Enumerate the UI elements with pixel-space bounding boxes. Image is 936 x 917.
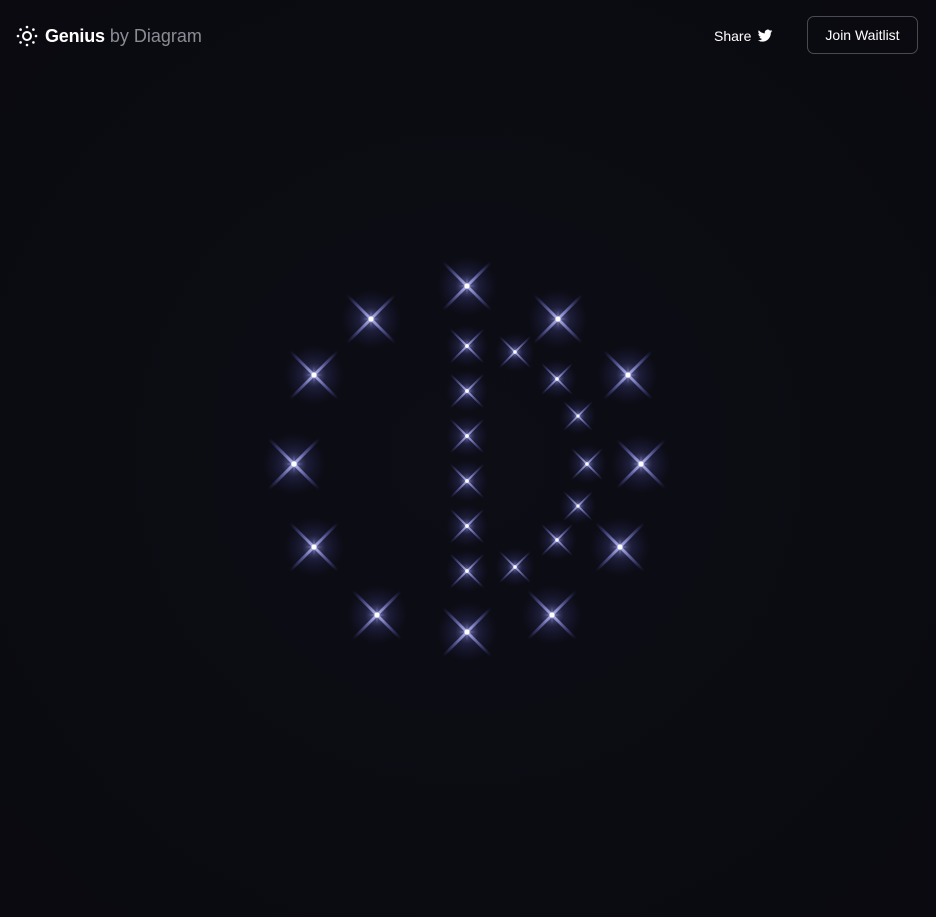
share-label: Share	[714, 28, 752, 44]
sparkle-star	[262, 432, 326, 496]
sparkle-star	[341, 289, 401, 349]
sparkle-logo-animation	[262, 256, 671, 662]
sparkle-star	[347, 585, 407, 645]
sparkle-star	[437, 602, 497, 662]
sparkle-star	[446, 370, 488, 412]
brand-logo[interactable]: Genius by Diagram	[16, 24, 202, 48]
sparkle-star	[446, 415, 488, 457]
sparkle-star	[495, 547, 535, 587]
share-link[interactable]: Share	[714, 26, 773, 46]
sparkle-star	[437, 256, 497, 316]
sparkle-star	[495, 332, 535, 372]
sparkle-star	[598, 345, 658, 405]
sparkle-star	[284, 517, 344, 577]
sparkle-star	[446, 325, 488, 367]
sparkle-star	[446, 460, 488, 502]
sparkle-star	[446, 550, 488, 592]
sparkle-star	[537, 520, 577, 560]
sparkle-star	[446, 505, 488, 547]
sun-icon	[16, 25, 38, 47]
page: Genius by Diagram Share Join Waitlist	[0, 0, 936, 917]
sparkle-star	[560, 398, 596, 434]
sparkle-star	[560, 488, 596, 524]
sparkle-star	[537, 359, 577, 399]
join-waitlist-button[interactable]: Join Waitlist	[807, 16, 918, 54]
twitter-bird-icon	[758, 29, 773, 42]
sparkle-star	[590, 517, 650, 577]
top-bar: Genius by Diagram Share Join Waitlist	[0, 0, 936, 72]
sparkle-star	[522, 585, 582, 645]
brand-name: Genius	[45, 25, 105, 46]
sparkle-star	[567, 444, 607, 484]
sparkle-star	[611, 434, 671, 494]
sparkle-star	[528, 289, 588, 349]
sparkle-star	[284, 345, 344, 405]
brand-byline: by Diagram	[109, 25, 202, 46]
